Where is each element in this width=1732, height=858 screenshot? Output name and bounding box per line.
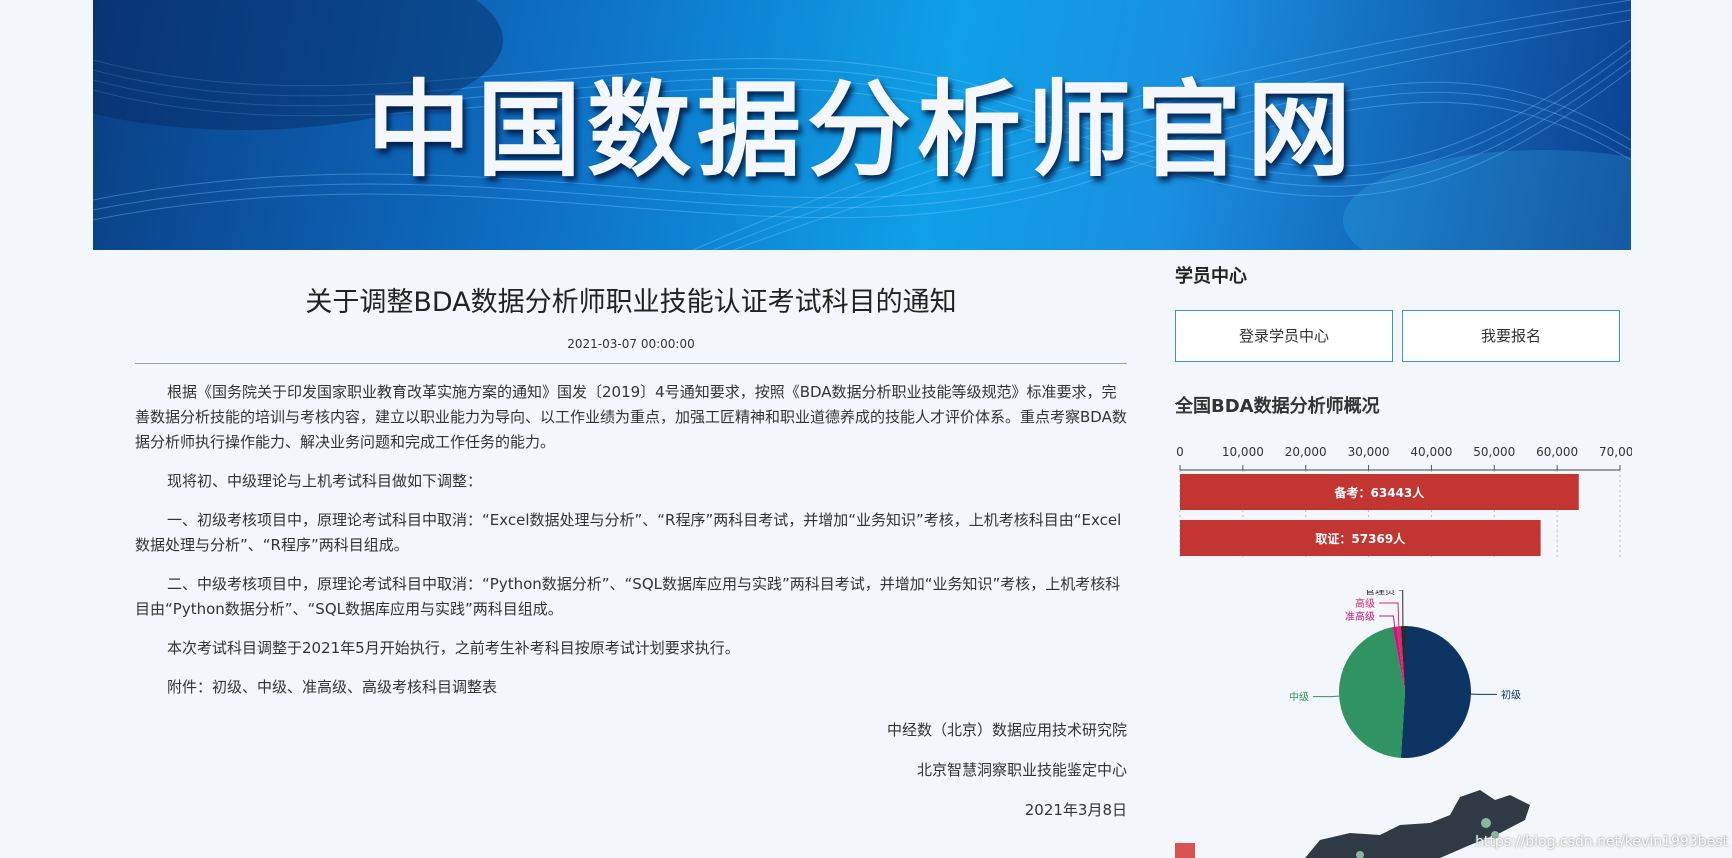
student-center-buttons: 登录学员中心 我要报名: [1175, 310, 1620, 362]
pie-label: 高级: [1355, 597, 1375, 610]
watermark: https://blog.csdn.net/kevin1993best: [1475, 834, 1728, 850]
article-paragraph: 根据《国务院关于印发国家职业教育改革实施方案的通知》国发〔2019〕4号通知要求…: [135, 383, 1127, 451]
title-divider: [135, 363, 1127, 364]
x-tick-label: 70,000: [1599, 445, 1632, 459]
pie-leader-line: [1379, 615, 1396, 627]
signature-institute: 中经数（北京）数据应用技术研究院: [886, 721, 1127, 739]
article-paragraph: 一、初级考核项目中，原理论考试科目中取消：“Excel数据处理与分析”、“R程序…: [135, 511, 1122, 554]
sidebar: 学员中心 登录学员中心 我要报名 全国BDA数据分析师概况: [1175, 262, 1630, 417]
x-tick-label: 10,000: [1222, 445, 1264, 459]
x-tick-label: 0: [1176, 445, 1184, 459]
article-paragraph: 二、中级考核项目中，原理论考试科目中取消：“Python数据分析”、“SQL数据…: [135, 575, 1121, 618]
bar-label: 取证：57369人: [1315, 531, 1406, 546]
pie-label: 初级: [1501, 688, 1521, 701]
x-tick-label: 40,000: [1410, 445, 1452, 459]
site-banner: 中国数据分析师官网: [93, 0, 1631, 250]
signature-center: 北京智慧洞察职业技能鉴定中心: [916, 761, 1127, 779]
x-tick-label: 50,000: [1473, 445, 1515, 459]
banner-title: 中国数据分析师官网: [366, 69, 1357, 191]
x-tick-label: 30,000: [1348, 445, 1390, 459]
student-center-heading: 学员中心: [1175, 266, 1247, 287]
exam-stats-bar-chart: 0 10,000 20,000 30,000 40,000 50,000 60,000 70,…: [1176, 445, 1632, 560]
pie-label: 中级: [1289, 691, 1309, 704]
pie-leader-line: [1379, 602, 1400, 627]
pie-slice-初级: [1400, 626, 1471, 758]
article: 关于调整BDA数据分析师职业技能认证考试科目的通知 2021-03-07 00:…: [135, 270, 1127, 820]
article-title: 关于调整BDA数据分析师职业技能认证考试科目的通知: [305, 287, 957, 318]
pie-leader-line: [1313, 695, 1340, 698]
signup-button[interactable]: 我要报名: [1402, 310, 1620, 362]
article-attachment[interactable]: 附件：初级、中级、准高级、高级考核科目调整表: [135, 675, 1127, 700]
signature-date: 2021年3月8日: [1024, 801, 1127, 819]
article-date: 2021-03-07 00:00:00: [567, 337, 695, 351]
x-tick-label: 20,000: [1285, 445, 1327, 459]
overview-heading: 全国BDA数据分析师概况: [1175, 396, 1380, 417]
bar-label: 备考：63443人: [1334, 485, 1426, 500]
pie-slice-中级: [1339, 627, 1405, 758]
map-legend-swatch: [1175, 843, 1195, 858]
level-distribution-pie-chart: 初级 中级 准高级高级管理员: [1289, 590, 1521, 758]
x-tick-label: 60,000: [1536, 445, 1578, 459]
login-student-center-button[interactable]: 登录学员中心: [1175, 310, 1393, 362]
article-paragraph: 本次考试科目调整于2021年5月开始执行，之前考生补考科目按原考试计划要求执行。: [167, 639, 740, 657]
pie-leader-line: [1399, 590, 1404, 627]
pie-label: 管理员: [1365, 590, 1395, 597]
article-paragraph: 现将初、中级理论与上机考试科目做如下调整：: [167, 472, 483, 490]
pie-label: 准高级: [1345, 610, 1375, 623]
